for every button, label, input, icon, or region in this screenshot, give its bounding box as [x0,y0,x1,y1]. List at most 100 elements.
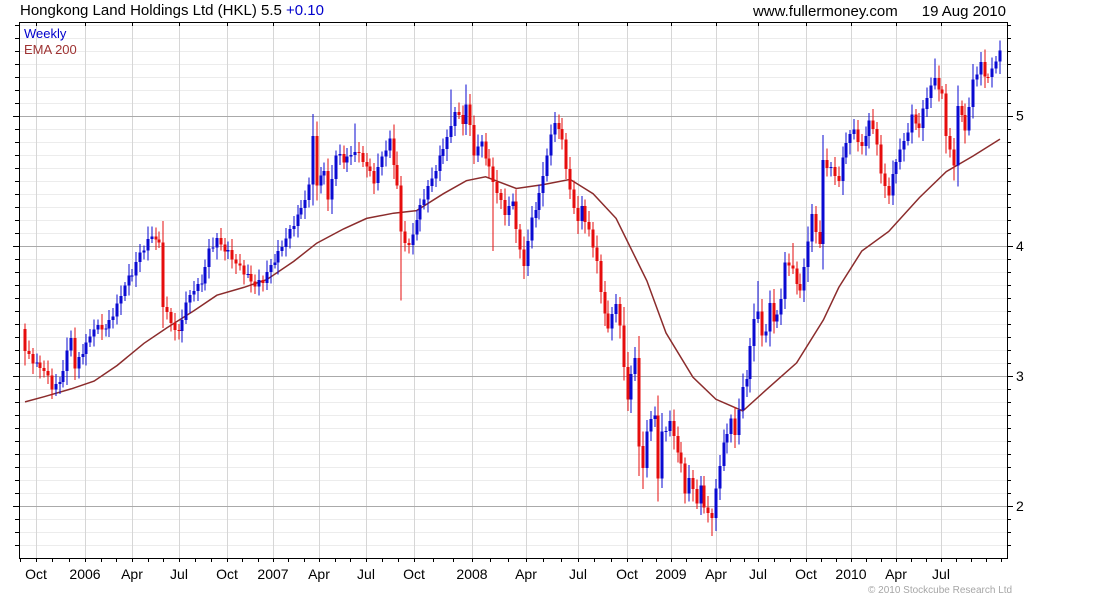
candle-down [814,214,818,233]
candle-up [725,434,729,443]
candle-down [403,231,407,244]
candle-up [929,85,933,98]
candle-up [902,141,906,150]
candle-down [230,250,234,260]
x-axis-label: 2010 [835,566,866,582]
candle-up [534,210,538,218]
candle-down [399,185,403,232]
candle-up [215,238,219,248]
candle-down [691,478,695,490]
candle-up [687,478,691,494]
candle-up [188,294,192,303]
candle-down [986,76,990,78]
candle-up [415,219,419,235]
x-axis-label: Oct [216,566,238,582]
candle-up [322,171,326,176]
candle-up [480,141,484,147]
candle-up [699,485,703,504]
candle-down [23,329,27,351]
candle-down [583,206,587,223]
candle-up [541,176,545,194]
candle-up [844,143,848,158]
candle-down [706,507,710,514]
candle-down [825,159,829,169]
x-axis-label: Oct [616,566,638,582]
candle-down [315,135,319,186]
candle-down [31,353,35,364]
candle-up [441,149,445,156]
candle-down [361,153,365,163]
candle-up [265,272,269,283]
candle-down [676,436,680,453]
copyright-notice: © 2010 Stockcube Research Ltd [868,585,1013,596]
candle-up [906,132,910,142]
candle-up [745,379,749,387]
candle-up [553,123,557,135]
candle-up [319,175,323,186]
candle-up [806,241,810,267]
x-axis-label: Jul [357,566,375,582]
candle-up [629,374,633,400]
candle-down [795,268,799,284]
candle-up [418,205,422,220]
candle-down [468,104,472,126]
candle-up [150,236,154,240]
candle-up [203,267,207,284]
candle-down [50,375,54,390]
candle-up [107,319,111,329]
candle-down [626,367,630,400]
candle-up [422,199,426,205]
candle-down [568,168,572,190]
candle-down [656,415,660,479]
candle-down [261,279,265,283]
candle-up [276,251,280,263]
candle-down [856,129,860,142]
candle-up [748,345,752,380]
candle-down [576,207,580,222]
candle-down [983,62,987,77]
candle-down [495,182,499,194]
candle-up [530,217,534,241]
candle-up [119,296,123,304]
candle-up [994,61,998,69]
candle-down [760,311,764,336]
legend-ema-200: EMA 200 [24,42,77,57]
candle-up [138,252,142,263]
candle-up [292,226,296,230]
candle-up [668,420,672,431]
candle-down [733,418,737,436]
candle-up [123,285,127,297]
ema-line [24,138,1001,412]
candle-down [833,166,837,176]
candle-up [507,205,511,216]
candle-up [438,155,442,172]
candle-up [376,167,380,184]
candle-down [457,112,461,116]
candle-up [979,62,983,75]
candle-up [180,319,184,331]
candle-up [65,350,69,372]
legend-weekly: Weekly [24,26,67,41]
candle-down [963,115,967,131]
candle-down [342,154,346,163]
candle-up [464,104,468,124]
candle-up [841,157,845,181]
candle-down [672,420,676,437]
candle-up [307,184,311,200]
candle-down [948,135,952,150]
candle-up [207,248,211,268]
candle-up [864,136,868,147]
x-axis-label: Oct [795,566,817,582]
candle-down [27,350,31,354]
x-axis-label: Apr [308,566,330,582]
y-axis-label: 5 [1016,108,1024,124]
candle-up [649,419,653,432]
candle-down [798,283,802,291]
candle-down [73,338,77,369]
candle-up [718,466,722,489]
candle-up [434,171,438,179]
candle-up [614,304,618,315]
candle-up [257,279,261,287]
candle-down [392,138,396,166]
candle-up [353,152,357,156]
